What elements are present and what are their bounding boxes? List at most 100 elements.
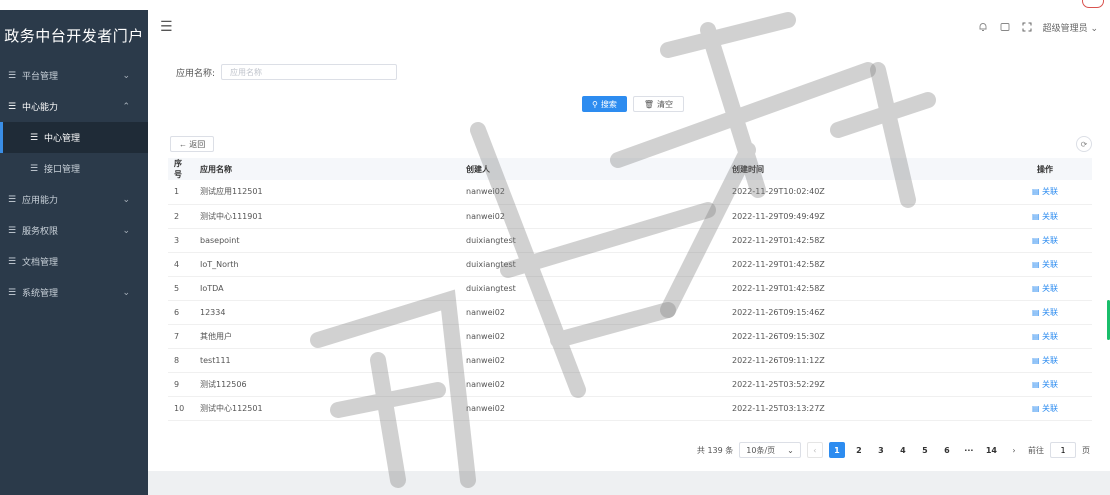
creator-cell: duixiangtest (460, 252, 726, 277)
operation-cell: ▤ 关联 (998, 252, 1092, 277)
link-icon: ▤ (1031, 259, 1043, 269)
chevron-down-icon: ⌄ (122, 225, 130, 236)
page-size-select[interactable]: 10条/页 ⌄ (739, 442, 801, 458)
operation-cell: ▤ 关联 (998, 228, 1092, 253)
table-body: 1 测试应用112501 nanwei02 2022-11-29T10:02:40Z ▤… (168, 180, 1092, 421)
refresh-icon[interactable]: ⟳ (1076, 136, 1092, 152)
created-time-cell: 2022-11-29T01:42:58Z (726, 252, 998, 277)
sidebar-item-label: 中心管理 (44, 134, 81, 144)
table-row: 2 测试中心111901 nanwei02 2022-11-29T09:49:49Z ▤… (168, 204, 1092, 229)
creator-cell: nanwei02 (460, 180, 726, 205)
hamburger-icon[interactable]: ☰ (160, 19, 173, 35)
associate-link[interactable]: ▤ 关联 (1032, 212, 1058, 221)
associate-label: 关联 (1042, 211, 1059, 221)
main-content: ☰ 超级管理员 ⌄ 应用名称: ⚲ 搜索 🗑 清空 ← 返回 ⟳ (148, 10, 1110, 495)
search-input[interactable] (221, 64, 398, 80)
row-index: 7 (168, 324, 194, 349)
table-row: 4 IoT_North duixiangtest 2022-11-29T01:42:5… (168, 252, 1092, 277)
browser-top-button[interactable] (1082, 0, 1104, 8)
creator-cell: nanwei02 (460, 348, 726, 373)
link-icon: ▤ (1031, 331, 1043, 341)
list-icon: ☰ (30, 132, 39, 143)
associate-link[interactable]: ▤ 关联 (1032, 236, 1058, 245)
back-button[interactable]: ← 返回 (170, 136, 215, 152)
associate-link[interactable]: ▤ 关联 (1032, 356, 1058, 365)
app-name-cell: 12334 (194, 300, 460, 325)
creator-cell: nanwei02 (460, 204, 726, 229)
clear-button-label: 清空 (657, 99, 674, 109)
sidebar-item-center-management[interactable]: ☰ 中心管理 (0, 122, 148, 153)
page-6[interactable]: 6 (939, 442, 955, 458)
operation-cell: ▤ 关联 (998, 276, 1092, 301)
row-index: 2 (168, 204, 194, 229)
chevron-down-icon: ⌄ (122, 70, 130, 81)
row-index: 4 (168, 252, 194, 277)
sidebar-item-document-management[interactable]: ☰ 文档管理 (0, 246, 148, 277)
sidebar-item-label: 接口管理 (44, 165, 81, 175)
jump-label: 前往 (1028, 445, 1044, 455)
associate-label: 关联 (1042, 331, 1059, 341)
created-time-cell: 2022-11-29T01:42:58Z (726, 276, 998, 301)
user-menu[interactable]: 超级管理员 ⌄ (1043, 21, 1098, 34)
search-button-label: 搜索 (600, 99, 617, 109)
table-row: 9 测试112506 nanwei02 2022-11-25T03:52:29Z ▤ 关… (168, 372, 1092, 397)
page-ellipsis[interactable]: ··· (961, 442, 977, 458)
user-name: 超级管理员 (1042, 23, 1088, 34)
operation-cell: ▤ 关联 (998, 396, 1092, 421)
link-icon: ▤ (1031, 187, 1043, 197)
page-2[interactable]: 2 (851, 442, 867, 458)
associate-link[interactable]: ▤ 关联 (1032, 284, 1058, 293)
table-row: 7 其他用户 nanwei02 2022-11-26T09:15:30Z ▤ 关联 (168, 324, 1092, 349)
list-icon: ☰ (8, 194, 17, 205)
operation-cell: ▤ 关联 (998, 204, 1092, 229)
operation-cell: ▤ 关联 (998, 180, 1092, 205)
associate-link[interactable]: ▤ 关联 (1032, 187, 1058, 196)
sidebar-item-app-capability[interactable]: ☰ 应用能力 ⌄ (0, 184, 148, 215)
chevron-down-icon: ⌄ (122, 287, 130, 298)
associate-link[interactable]: ▤ 关联 (1032, 404, 1058, 413)
sidebar-item-center-capability[interactable]: ☰ 中心能力 ⌃ (0, 91, 148, 122)
associate-link[interactable]: ▤ 关联 (1032, 380, 1058, 389)
page-3[interactable]: 3 (873, 442, 889, 458)
list-icon: ☰ (30, 163, 39, 174)
sidebar-item-system-management[interactable]: ☰ 系统管理 ⌄ (0, 277, 148, 308)
associate-link[interactable]: ▤ 关联 (1032, 260, 1058, 269)
fullscreen-icon[interactable] (1021, 21, 1033, 33)
total-count: 共 139 条 (696, 445, 734, 455)
column-header: 创建人 (466, 164, 490, 174)
sidebar-item-service-permission[interactable]: ☰ 服务权限 ⌄ (0, 215, 148, 246)
search-button[interactable]: ⚲ 搜索 (582, 96, 627, 112)
page-size-value: 10条/页 (746, 445, 776, 455)
sidebar-item-label: 系统管理 (22, 289, 59, 299)
next-page-button[interactable]: › (1006, 442, 1022, 458)
created-time-cell: 2022-11-29T01:42:58Z (726, 228, 998, 253)
sidebar: 政务中台开发者门户 ☰ 平台管理 ⌄ ☰ 中心能力 ⌃ ☰ 中心管理 ☰ 接口管… (0, 10, 148, 495)
clear-button[interactable]: 🗑 清空 (632, 96, 685, 112)
link-icon: ▤ (1031, 379, 1043, 389)
page-5[interactable]: 5 (917, 442, 933, 458)
app-title: 政务中台开发者门户 (4, 26, 144, 45)
creator-cell: nanwei02 (460, 396, 726, 421)
app-name-cell: 测试应用112501 (194, 180, 460, 205)
page-4[interactable]: 4 (895, 442, 911, 458)
bell-icon[interactable] (977, 21, 989, 33)
sidebar-item-label: 文档管理 (22, 258, 59, 268)
sidebar-item-interface-management[interactable]: ☰ 接口管理 (0, 153, 148, 184)
chevron-down-icon: ⌄ (1090, 23, 1098, 34)
link-icon: ▤ (1031, 355, 1043, 365)
app-name-cell: IoTDA (194, 276, 460, 301)
associate-label: 关联 (1042, 259, 1059, 269)
list-icon: ☰ (8, 256, 17, 267)
app-name-cell: IoT_North (194, 252, 460, 277)
message-icon[interactable] (999, 21, 1011, 33)
list-icon: ☰ (8, 70, 17, 81)
prev-page-button[interactable]: ‹ (806, 442, 823, 458)
associate-link[interactable]: ▤ 关联 (1032, 332, 1058, 341)
sidebar-item-platform[interactable]: ☰ 平台管理 ⌄ (0, 60, 148, 91)
table-row: 3 basepoint duixiangtest 2022-11-29T01:42:5… (168, 228, 1092, 253)
created-time-cell: 2022-11-26T09:15:30Z (726, 324, 998, 349)
jump-page-input[interactable] (1050, 442, 1076, 458)
page-1[interactable]: 1 (828, 442, 845, 458)
page-14[interactable]: 14 (983, 442, 1000, 458)
associate-link[interactable]: ▤ 关联 (1032, 308, 1058, 317)
